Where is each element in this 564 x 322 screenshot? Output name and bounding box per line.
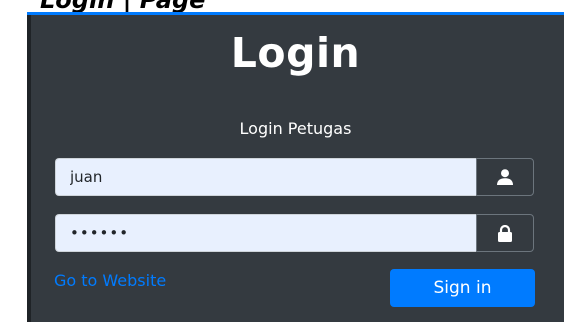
username-input[interactable] (55, 158, 476, 196)
password-input[interactable] (55, 214, 476, 252)
user-icon (497, 169, 513, 185)
password-group (55, 214, 534, 252)
password-addon (476, 214, 534, 252)
username-addon (476, 158, 534, 196)
username-group (55, 158, 534, 196)
lock-icon (498, 224, 512, 242)
login-subtitle: Login Petugas (239, 119, 352, 138)
login-title: Login (230, 29, 361, 77)
go-to-website-link[interactable]: Go to Website (54, 271, 166, 290)
login-card: Login Login Petugas Go to Website Sign i… (27, 12, 564, 322)
sign-in-button[interactable]: Sign in (390, 269, 535, 307)
